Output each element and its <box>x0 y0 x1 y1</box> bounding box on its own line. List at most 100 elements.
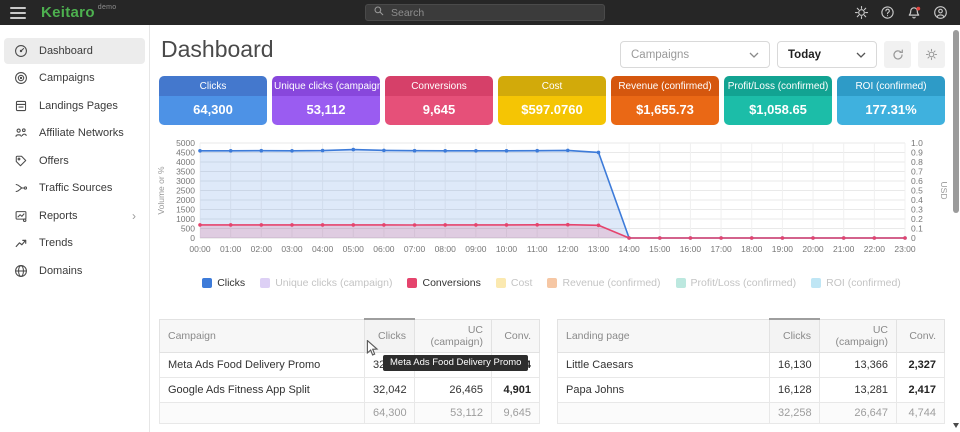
legend-item[interactable]: ROI (confirmed) <box>811 277 901 289</box>
svg-text:08:00: 08:00 <box>435 244 457 254</box>
legend-item[interactable]: Clicks <box>202 277 245 289</box>
svg-text:23:00: 23:00 <box>894 244 916 254</box>
table-row[interactable]: Papa Johns 16,128 13,281 2,417 <box>558 377 945 402</box>
hover-tooltip: Meta Ads Food Delivery Promo <box>383 355 528 371</box>
user-account-icon[interactable] <box>933 5 948 20</box>
table-row[interactable]: Little Caesars 16,130 13,366 2,327 <box>558 352 945 377</box>
stat-card-label: Profit/Loss (confirmed) <box>724 76 832 96</box>
column-header-clicks[interactable]: Clicks <box>770 319 820 352</box>
date-range-select[interactable]: Today <box>777 41 877 68</box>
sidebar-item-offers[interactable]: Offers <box>4 148 145 174</box>
column-header-uc-campaign[interactable]: UC (campaign) <box>415 319 492 352</box>
svg-text:2500: 2500 <box>176 186 195 196</box>
sidebar-item-dashboard[interactable]: Dashboard <box>4 38 145 64</box>
topbar: Keitarodemo <box>0 0 960 25</box>
traffic-chart[interactable]: 005000.110000.215000.320000.425000.53000… <box>151 131 952 273</box>
menu-icon[interactable] <box>10 7 26 19</box>
search-input[interactable] <box>391 7 581 19</box>
legend-swatch <box>407 278 417 288</box>
stat-card-label: Clicks <box>159 76 267 96</box>
column-header-uc-campaign[interactable]: UC (campaign) <box>820 319 897 352</box>
traffic-chart-svg: 005000.110000.215000.320000.425000.53000… <box>151 131 952 273</box>
sidebar-item-reports[interactable]: Reports › <box>4 203 145 229</box>
conv-cell: 2,327 <box>897 352 945 377</box>
svg-text:Volume or %: Volume or % <box>156 166 166 215</box>
stat-card-unique-clicks: Unique clicks (campaign)53,112 <box>272 76 380 125</box>
svg-text:13:00: 13:00 <box>588 244 610 254</box>
svg-text:0.1: 0.1 <box>911 224 923 234</box>
svg-text:18:00: 18:00 <box>741 244 763 254</box>
campaign-name-cell[interactable]: Google Ads Fitness App Split <box>160 377 365 402</box>
main-content: Dashboard Campaigns Today Clicks64,300 U… <box>151 25 952 432</box>
date-range-value: Today <box>788 49 821 61</box>
svg-text:0: 0 <box>190 233 195 243</box>
sidebar-label: Offers <box>39 155 69 167</box>
svg-text:3500: 3500 <box>176 167 195 177</box>
stat-card-label: Unique clicks (campaign) <box>272 76 380 96</box>
uc-cell: 13,281 <box>820 377 897 402</box>
landing-name-cell[interactable]: Little Caesars <box>558 352 770 377</box>
svg-text:00:00: 00:00 <box>189 244 211 254</box>
traffic-split-icon <box>13 181 28 196</box>
column-header-campaign[interactable]: Campaign <box>160 319 365 352</box>
scrollbar-down-arrow-icon[interactable] <box>953 423 959 428</box>
svg-text:1000: 1000 <box>176 214 195 224</box>
sidebar-item-landings-pages[interactable]: Landings Pages <box>4 93 145 119</box>
column-header-conv[interactable]: Conv. <box>492 319 540 352</box>
campaign-filter-select[interactable]: Campaigns <box>620 41 770 68</box>
scrollbar-thumb[interactable] <box>953 30 959 213</box>
stat-card-label: Conversions <box>385 76 493 96</box>
uc-cell: 26,465 <box>415 377 492 402</box>
conv-cell: 2,417 <box>897 377 945 402</box>
svg-text:03:00: 03:00 <box>281 244 303 254</box>
sidebar-label: Domains <box>39 265 82 277</box>
sidebar-item-affiliate-networks[interactable]: Affiliate Networks <box>4 120 145 146</box>
campaign-name-cell[interactable]: Meta Ads Food Delivery Promo <box>160 352 365 377</box>
total-clicks: 32,258 <box>770 402 820 423</box>
stat-card-value: 177.31% <box>837 96 945 125</box>
sidebar-item-campaigns[interactable]: Campaigns <box>4 65 145 91</box>
settings-icon[interactable] <box>854 5 869 20</box>
sidebar-item-domains[interactable]: Domains <box>4 258 145 284</box>
chart-legend: Clicks Unique clicks (campaign) Conversion… <box>151 277 952 289</box>
landing-name-cell[interactable]: Papa Johns <box>558 377 770 402</box>
sidebar-item-traffic-sources[interactable]: Traffic Sources <box>4 175 145 201</box>
svg-text:2000: 2000 <box>176 195 195 205</box>
svg-text:1500: 1500 <box>176 205 195 215</box>
sidebar-item-trends[interactable]: Trends <box>4 230 145 256</box>
global-search[interactable] <box>365 4 605 21</box>
stat-card-clicks: Clicks64,300 <box>159 76 267 125</box>
legend-item[interactable]: Conversions <box>407 277 480 289</box>
clicks-cell: 16,128 <box>770 377 820 402</box>
dashboard-settings-button[interactable] <box>918 41 945 68</box>
total-uc: 53,112 <box>415 402 492 423</box>
legend-item[interactable]: Profit/Loss (confirmed) <box>676 277 797 289</box>
legend-item[interactable]: Revenue (confirmed) <box>547 277 660 289</box>
legend-item[interactable]: Unique clicks (campaign) <box>260 277 392 289</box>
svg-text:0: 0 <box>911 233 916 243</box>
legend-swatch <box>676 278 686 288</box>
svg-text:0.2: 0.2 <box>911 214 923 224</box>
document-icon <box>13 98 28 113</box>
people-network-icon <box>13 126 28 141</box>
refresh-button[interactable] <box>884 41 911 68</box>
column-header-landing-page[interactable]: Landing page <box>558 319 770 352</box>
clicks-cell: 16,130 <box>770 352 820 377</box>
uc-cell: 13,366 <box>820 352 897 377</box>
help-icon[interactable] <box>880 5 895 20</box>
svg-text:09:00: 09:00 <box>465 244 487 254</box>
brand-logo[interactable]: Keitarodemo <box>41 4 117 21</box>
notifications-bell-icon[interactable] <box>906 5 922 21</box>
legend-item[interactable]: Cost <box>496 277 533 289</box>
svg-text:0.9: 0.9 <box>911 148 923 158</box>
legend-label: Clicks <box>217 277 245 289</box>
svg-text:14:00: 14:00 <box>618 244 640 254</box>
svg-text:1.0: 1.0 <box>911 138 923 148</box>
svg-text:16:00: 16:00 <box>680 244 702 254</box>
column-header-conv[interactable]: Conv. <box>897 319 945 352</box>
chevron-down-icon <box>856 49 866 61</box>
table-row[interactable]: Google Ads Fitness App Split 32,042 26,4… <box>160 377 540 402</box>
svg-text:0.7: 0.7 <box>911 167 923 177</box>
stat-card-value: 64,300 <box>159 96 267 125</box>
sidebar: Dashboard Campaigns Landings Pages Affil… <box>0 25 150 432</box>
